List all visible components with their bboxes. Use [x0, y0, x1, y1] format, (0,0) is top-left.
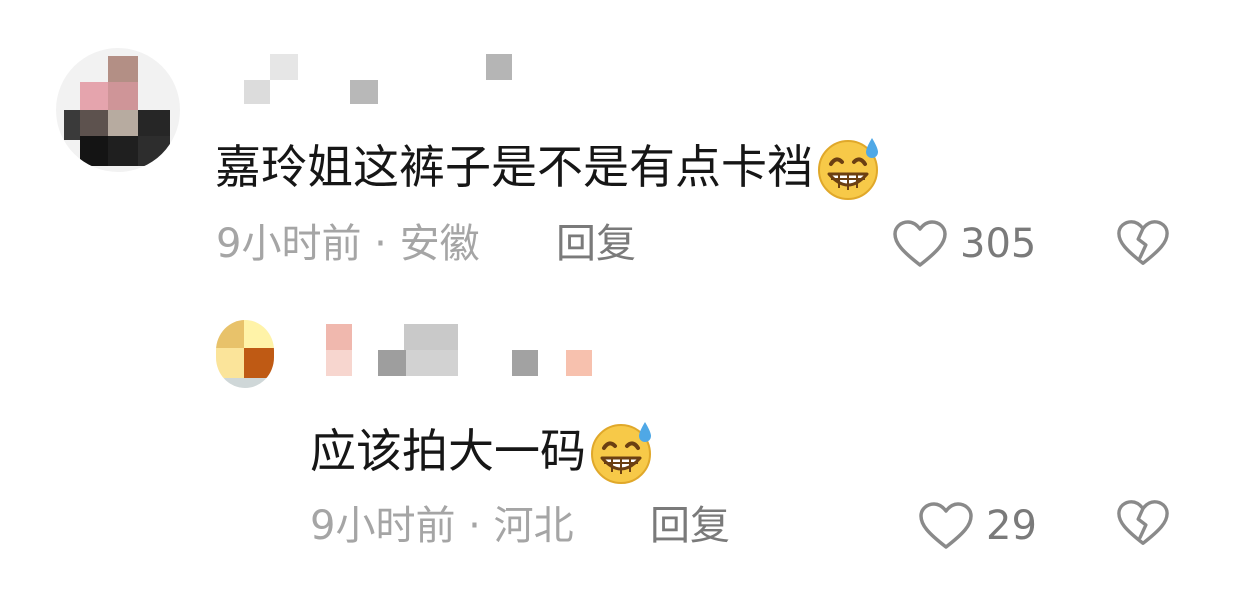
- avatar[interactable]: [216, 320, 274, 388]
- reply-button[interactable]: 回复: [556, 224, 636, 264]
- comment-time: 9小时前: [310, 503, 456, 549]
- meta-separator: ·: [361, 221, 400, 267]
- grinning-sweat-emoji: [815, 132, 885, 209]
- username-blurred[interactable]: [240, 50, 520, 106]
- avatar[interactable]: [56, 48, 180, 172]
- comment-location: 安徽: [399, 221, 480, 267]
- comment-text: 应该拍大一码: [310, 416, 658, 493]
- heart-outline-icon: [918, 501, 974, 551]
- like-button[interactable]: 29: [918, 498, 1037, 554]
- reply-button[interactable]: 回复: [650, 506, 730, 546]
- like-count: 29: [986, 503, 1037, 549]
- comment-time: 9小时前: [216, 221, 362, 267]
- like-button[interactable]: 305: [892, 216, 1036, 272]
- broken-heart-icon: [1116, 500, 1170, 552]
- meta-separator: ·: [455, 503, 494, 549]
- broken-heart-icon: [1116, 220, 1170, 272]
- like-count: 305: [960, 221, 1037, 267]
- comment-meta: 9小时前 · 河北: [310, 506, 574, 546]
- comment-meta: 9小时前 · 安徽: [216, 224, 480, 264]
- comment-text-content: 应该拍大一码: [310, 424, 586, 478]
- comment-thread: 嘉玲姐这裤子是不是有点卡裆 9小时前 · 安徽 回复 305 应该拍大一码 9小…: [0, 0, 1240, 607]
- heart-outline-icon: [892, 219, 948, 269]
- comment-text: 嘉玲姐这裤子是不是有点卡裆: [215, 132, 885, 209]
- dislike-button[interactable]: [1116, 498, 1170, 548]
- comment-text-content: 嘉玲姐这裤子是不是有点卡裆: [215, 140, 813, 194]
- comment-location: 河北: [493, 503, 574, 549]
- username-blurred[interactable]: [322, 320, 602, 382]
- grinning-sweat-emoji: [588, 416, 658, 493]
- dislike-button[interactable]: [1116, 218, 1170, 268]
